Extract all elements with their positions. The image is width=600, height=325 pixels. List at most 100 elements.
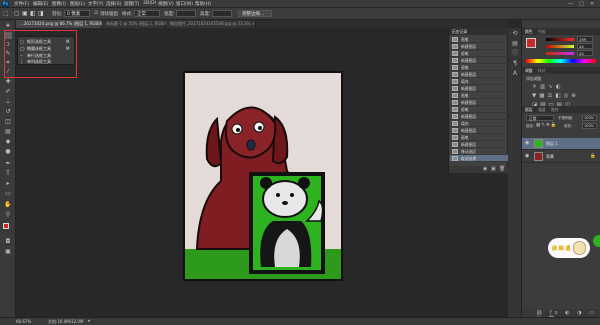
minimize-icon[interactable]: — — [568, 1, 573, 7]
brightness-icon[interactable]: ☀ — [532, 84, 540, 90]
history-state-item[interactable]: 新建图层 — [450, 127, 508, 134]
color-spectrum-ramp[interactable] — [526, 59, 596, 63]
tab-swatches[interactable]: 色板 — [538, 29, 546, 35]
history-state-item[interactable]: 移动选区 — [450, 148, 508, 155]
info-panel-icon[interactable]: ⓘ — [512, 51, 518, 57]
dodge-tool-icon[interactable]: ● — [4, 148, 12, 155]
history-brush-tool-icon[interactable]: ↺ — [4, 108, 12, 115]
history-state-item[interactable]: 新建图层 — [450, 43, 508, 50]
document-tab[interactable]: 微信图片_20171024165548.jpg @ 33.3% × — [166, 20, 256, 28]
menu-edit[interactable]: 编辑(E) — [33, 1, 48, 7]
channel-mixer-icon[interactable]: ⊕ — [571, 93, 579, 99]
history-state-item[interactable]: 新建图层 — [450, 141, 508, 148]
black-white-icon[interactable]: ◧ — [555, 93, 563, 99]
close-icon[interactable]: ✕ — [590, 1, 594, 7]
tab-paths[interactable]: 路径 — [551, 107, 559, 113]
exposure-icon[interactable]: ◐ — [556, 84, 564, 90]
history-state-item[interactable]: 填充 — [450, 120, 508, 127]
zoom-level[interactable]: 66.67% — [16, 319, 31, 324]
tab-adjustments[interactable]: 调整 — [525, 68, 533, 74]
history-state-item[interactable]: 取消选择 — [450, 155, 508, 162]
history-state-item[interactable]: 新建图层 — [450, 113, 508, 120]
path-selection-tool-icon[interactable]: ▸ — [4, 180, 12, 187]
marquee-tool-preset-icon[interactable]: ⬚ — [3, 10, 9, 17]
fill-input[interactable]: 100% — [582, 123, 597, 129]
tab-styles[interactable]: 样式 — [538, 68, 546, 74]
history-state-item[interactable]: 画笔 — [450, 106, 508, 113]
hand-tool-icon[interactable]: ✋ — [4, 201, 12, 208]
type-tool-icon[interactable]: T — [4, 170, 12, 177]
healing-brush-tool-icon[interactable]: ✚ — [4, 78, 12, 85]
menu-help[interactable]: 帮助(H) — [195, 1, 211, 7]
shape-tool-icon[interactable]: ▭ — [4, 190, 12, 197]
status-arrow-icon[interactable]: ▸ — [88, 318, 91, 324]
pen-tool-icon[interactable]: ✒ — [4, 160, 12, 167]
foreground-color-swatch[interactable] — [3, 223, 9, 229]
history-state-item[interactable]: 新建图层 — [450, 71, 508, 78]
paragraph-panel-icon[interactable]: ¶ — [512, 61, 518, 67]
menu-filter[interactable]: 滤镜(T) — [124, 1, 139, 7]
history-state-item[interactable]: 画笔 — [450, 64, 508, 71]
history-state-item[interactable]: 画笔 — [450, 134, 508, 141]
properties-panel-icon[interactable]: ▤ — [512, 41, 518, 47]
lock-icons[interactable]: ▦✎✥🔒 — [536, 123, 557, 128]
layer-row[interactable]: ◉ 图层 1 — [522, 138, 600, 150]
eraser-tool-icon[interactable]: ◫ — [4, 118, 12, 125]
history-panel-icon[interactable]: ⟲ — [512, 31, 518, 37]
blur-tool-icon[interactable]: ◆ — [4, 138, 12, 145]
visibility-eye-icon[interactable]: ◉ — [525, 154, 530, 159]
visibility-eye-icon[interactable]: ◉ — [525, 141, 530, 146]
menu-layer[interactable]: 图层(L) — [70, 1, 85, 7]
red-slider[interactable] — [546, 38, 574, 41]
zoom-tool-icon[interactable]: ⚲ — [4, 211, 12, 218]
tab-layers[interactable]: 图层 — [525, 107, 533, 113]
intersect-selection-icon[interactable]: ◨ — [38, 10, 44, 17]
height-input[interactable] — [212, 10, 232, 17]
green-value-field[interactable]: 44 — [577, 43, 593, 49]
antialias-checkbox[interactable]: ☑ — [94, 11, 98, 16]
layer-row[interactable]: ◉ 背景 🔒 — [522, 151, 600, 163]
add-selection-icon[interactable]: ▣ — [22, 10, 28, 17]
trash-icon[interactable]: 🗑 — [499, 166, 505, 172]
document-info[interactable]: 文档:16.0M/32.0M — [48, 319, 83, 325]
document-tab-active[interactable]: ...20171024.png @ 66.7% (图层 1, RGB/8#) × — [16, 20, 112, 28]
menu-file[interactable]: 文件(F) — [14, 1, 29, 7]
levels-icon[interactable]: ▥ — [540, 84, 548, 90]
history-state-item[interactable]: 新建图层 — [450, 85, 508, 92]
clone-stamp-tool-icon[interactable]: ⊥ — [4, 98, 12, 105]
character-panel-icon[interactable]: A — [512, 71, 518, 77]
opacity-input[interactable]: 100% — [582, 115, 597, 121]
maximize-icon[interactable]: □ — [579, 1, 584, 7]
history-state-item[interactable]: 画笔 — [450, 36, 508, 43]
new-selection-icon[interactable]: ▢ — [14, 10, 20, 17]
new-document-icon[interactable]: ▣ — [491, 166, 496, 172]
foreground-color-preview[interactable] — [526, 38, 536, 48]
blue-slider[interactable] — [546, 52, 574, 55]
menu-type[interactable]: 文字(Y) — [88, 1, 103, 7]
document-tab[interactable]: 未标题-1 @ 50% (图层 2, RGB/8) × — [102, 20, 173, 28]
history-state-item[interactable]: 新建图层 — [450, 99, 508, 106]
tab-channels[interactable]: 通道 — [538, 107, 546, 113]
side-tab-icon[interactable] — [593, 235, 600, 247]
screen-mode-icon[interactable]: ▣ — [4, 248, 12, 255]
style-select[interactable]: 正常 — [134, 10, 160, 17]
move-tool-icon[interactable]: ✥ — [4, 23, 12, 30]
menu-3d[interactable]: 3D(D) — [143, 1, 156, 6]
green-slider[interactable] — [546, 45, 574, 48]
blue-value-field[interactable]: 44 — [577, 50, 593, 56]
quick-mask-icon[interactable]: ◘ — [4, 238, 12, 245]
history-state-item[interactable]: 新建图层 — [450, 57, 508, 64]
history-state-item[interactable]: 画笔 — [450, 92, 508, 99]
tab-color[interactable]: 颜色 — [525, 29, 533, 35]
width-input[interactable] — [176, 10, 196, 17]
menu-window[interactable]: 窗口(W) — [176, 1, 193, 7]
menu-select[interactable]: 选择(S) — [106, 1, 121, 7]
history-state-item[interactable]: 画笔 — [450, 50, 508, 57]
curves-icon[interactable]: ∿ — [548, 84, 556, 90]
menu-view[interactable]: 视图(V) — [158, 1, 174, 7]
feather-input[interactable]: 0 像素 — [64, 10, 90, 17]
menu-image[interactable]: 图像(I) — [52, 1, 66, 7]
subtract-selection-icon[interactable]: ◧ — [30, 10, 36, 17]
new-snapshot-icon[interactable]: ◉ — [483, 166, 487, 172]
document-canvas[interactable] — [183, 71, 343, 281]
